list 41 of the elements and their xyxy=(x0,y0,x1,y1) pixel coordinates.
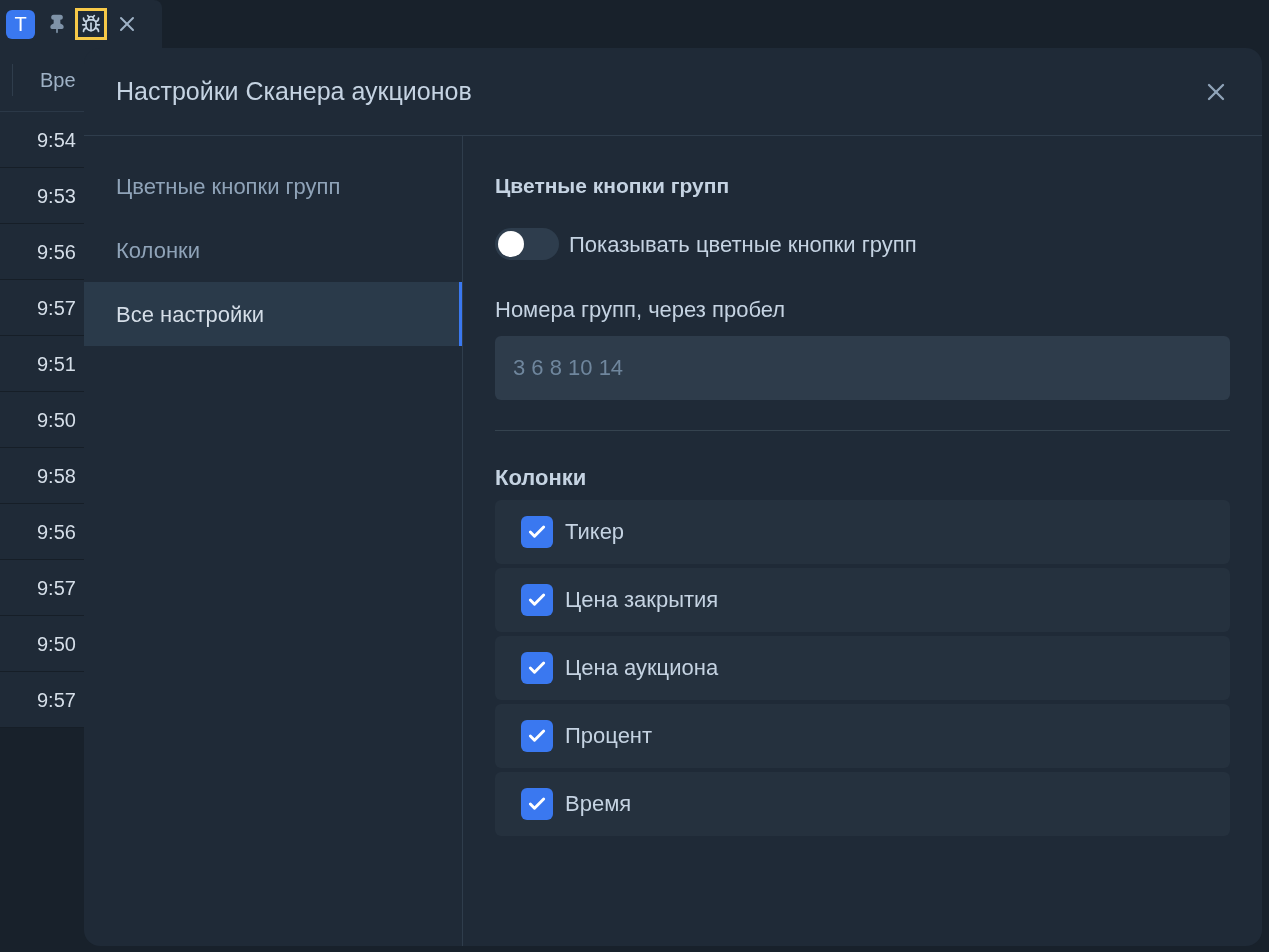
field-label: Номера групп, через пробел xyxy=(495,295,787,324)
settings-button[interactable] xyxy=(75,8,107,40)
column-option-row[interactable]: Процент xyxy=(495,703,1230,768)
column-option-row[interactable]: Цена закрытия xyxy=(495,567,1230,632)
option-label: Время xyxy=(565,790,632,818)
time-cell-text: 9:56 xyxy=(37,519,76,545)
time-cell-text: 9:57 xyxy=(37,687,76,713)
time-cell-text: 9:57 xyxy=(37,575,76,601)
dialog-title: Настройки Сканера аукционов xyxy=(116,75,472,107)
option-label: Процент xyxy=(565,722,653,750)
option-label: Цена аукциона xyxy=(565,654,719,682)
section-heading: Цветные кнопки групп xyxy=(495,173,731,199)
option-label: Тикер xyxy=(565,518,625,546)
column-option-row[interactable]: Тикер xyxy=(495,499,1230,564)
pin-icon[interactable] xyxy=(47,14,67,34)
sidebar-item[interactable]: Колонки xyxy=(84,218,462,282)
app-badge[interactable]: T xyxy=(6,9,35,39)
time-cell-text: 9:57 xyxy=(37,295,76,321)
checkbox[interactable] xyxy=(521,515,553,548)
time-cell-text: 9:51 xyxy=(37,351,76,377)
toggle-label: Показывать цветные кнопки групп xyxy=(569,230,917,259)
checkbox[interactable] xyxy=(521,787,553,820)
section-heading: Колонки xyxy=(495,463,588,492)
time-cell-text: 9:50 xyxy=(37,407,76,433)
sidebar-item[interactable]: Цветные кнопки групп xyxy=(84,154,462,218)
column-header[interactable]: Вре xyxy=(40,64,76,95)
checkbox[interactable] xyxy=(521,583,553,616)
time-cell-text: 9:58 xyxy=(37,463,76,489)
time-cell-text: 9:56 xyxy=(37,239,76,265)
column-option-row[interactable]: Цена аукциона xyxy=(495,635,1230,700)
time-cell-text: 9:53 xyxy=(37,183,76,209)
column-option-row[interactable]: Время xyxy=(495,771,1230,836)
checkbox[interactable] xyxy=(521,651,553,684)
option-label: Цена закрытия xyxy=(565,586,719,614)
checkbox[interactable] xyxy=(521,719,553,752)
time-cell-text: 9:54 xyxy=(37,127,76,153)
sidebar-item[interactable]: Все настройки xyxy=(84,282,462,346)
bug-icon xyxy=(81,14,101,34)
group-numbers-field[interactable]: 3 6 8 10 14 xyxy=(495,335,1230,400)
toggle-switch[interactable] xyxy=(495,228,559,260)
time-cell-text: 9:50 xyxy=(37,631,76,657)
